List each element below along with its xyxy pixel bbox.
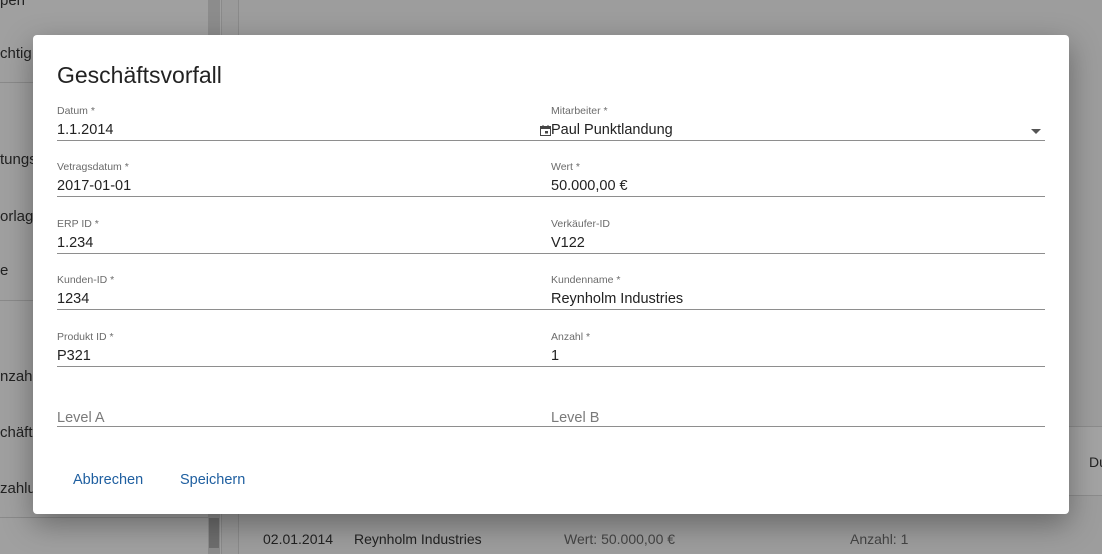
level-b-placeholder: Level B — [551, 410, 600, 426]
erp-id-label: ERP ID * — [57, 218, 99, 230]
dialog-title: Geschäftsvorfall — [57, 62, 222, 88]
erp-id-field[interactable]: ERP ID * 1.234 — [57, 218, 551, 254]
level-a-field[interactable]: Level A — [57, 391, 551, 427]
sidebar-item: chtig — [0, 45, 32, 62]
employee-select-label: Mitarbeiter * — [551, 105, 608, 117]
date-field[interactable]: Datum * 1.1.2014 — [57, 105, 551, 141]
contract-date-label: Vetragsdatum * — [57, 161, 129, 173]
quantity-field[interactable]: Anzahl * 1 — [551, 331, 1045, 367]
product-id-value: P321 — [57, 348, 91, 364]
seller-id-label: Verkäufer-ID — [551, 218, 610, 230]
sidebar-item: tungs — [0, 151, 34, 168]
product-id-label: Produkt ID * — [57, 331, 114, 343]
product-id-field[interactable]: Produkt ID * P321 — [57, 331, 551, 367]
value-field-value: 50.000,00 € — [551, 178, 628, 194]
sidebar-item: chäfts — [0, 424, 34, 441]
sidebar-item: pen — [0, 0, 26, 9]
business-transaction-dialog: Geschäftsvorfall Datum * 1.1.2014 Mitarb… — [33, 35, 1069, 514]
level-b-field[interactable]: Level B — [551, 391, 1045, 427]
customer-id-value: 1234 — [57, 291, 90, 307]
date-field-value: 1.1.2014 — [57, 122, 114, 138]
seller-id-field[interactable]: Verkäufer-ID V122 — [551, 218, 1045, 254]
background-card-text: Du — [1089, 454, 1102, 470]
erp-id-value: 1.234 — [57, 235, 94, 251]
calendar-icon[interactable] — [540, 125, 551, 136]
cancel-button[interactable]: Abbrechen — [73, 472, 143, 488]
sidebar-item: e — [0, 262, 9, 279]
sidebar-item: zahlu — [0, 480, 34, 497]
sidebar-item: orlag — [0, 208, 34, 225]
list-item-date: 02.01.2014 — [263, 531, 334, 547]
sidebar-divider — [0, 517, 208, 518]
employee-select[interactable]: Mitarbeiter * Paul Punktlandung — [551, 105, 1045, 141]
date-field-label: Datum * — [57, 105, 95, 117]
value-field[interactable]: Wert * 50.000,00 € — [551, 161, 1045, 197]
sidebar-item: nzahl — [0, 368, 34, 385]
save-button[interactable]: Speichern — [180, 472, 245, 488]
seller-id-value: V122 — [551, 235, 585, 251]
level-a-placeholder: Level A — [57, 410, 105, 426]
quantity-value: 1 — [551, 348, 560, 364]
customer-id-label: Kunden-ID * — [57, 274, 115, 286]
contract-date-value: 2017-01-01 — [57, 178, 132, 194]
quantity-label: Anzahl * — [551, 331, 591, 343]
value-field-label: Wert * — [551, 161, 580, 173]
customer-name-value: Reynholm Industries — [551, 291, 684, 307]
customer-name-field[interactable]: Kundenname * Reynholm Industries — [551, 274, 1045, 310]
list-item-customer: Reynholm Industries — [354, 531, 482, 547]
list-item[interactable]: 02.01.2014 Reynholm Industries Wert: 50.… — [263, 531, 908, 547]
chevron-down-icon[interactable] — [1031, 129, 1041, 134]
employee-select-value: Paul Punktlandung — [551, 122, 673, 138]
customer-id-field[interactable]: Kunden-ID * 1234 — [57, 274, 551, 310]
list-item-value: Wert: 50.000,00 € — [564, 531, 676, 547]
contract-date-field[interactable]: Vetragsdatum * 2017-01-01 — [57, 161, 551, 197]
list-item-count: Anzahl: 1 — [850, 531, 909, 547]
customer-name-label: Kundenname * — [551, 274, 621, 286]
sidebar-scrollbar-thumb[interactable] — [209, 518, 219, 548]
